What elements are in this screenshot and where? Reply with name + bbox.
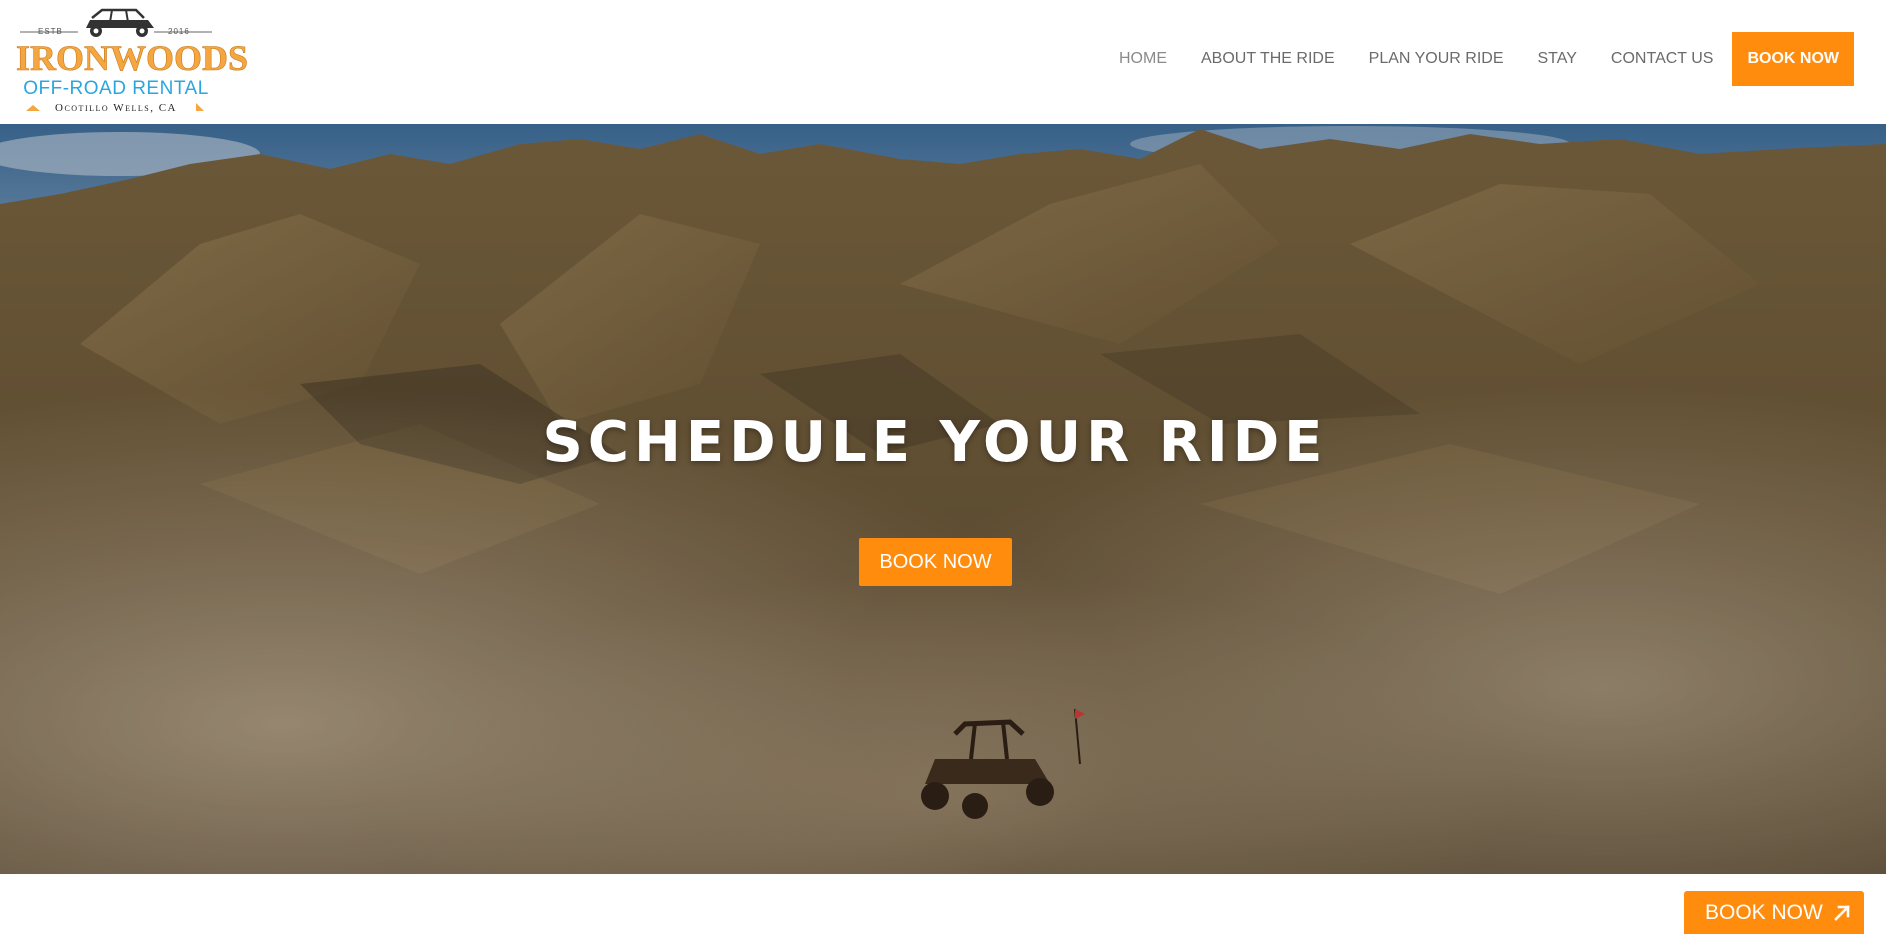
hero-background-image <box>0 124 1886 874</box>
nav-item-stay[interactable]: STAY <box>1538 50 1577 68</box>
nav-book-now-button[interactable]: BOOK NOW <box>1732 32 1854 86</box>
floating-book-now-button[interactable]: BOOK NOW <box>1684 891 1864 934</box>
brand-estb: ESTB <box>38 27 63 36</box>
nav-item-contact-us[interactable]: CONTACT US <box>1611 50 1714 68</box>
nav-item-home[interactable]: HOME <box>1119 50 1167 68</box>
brand-name: IRONWOODS <box>16 38 249 78</box>
hero-section: SCHEDULE YOUR RIDE BOOK NOW <box>0 124 1886 874</box>
nav-item-about-the-ride[interactable]: ABOUT THE RIDE <box>1201 50 1335 68</box>
hero-book-now-button[interactable]: BOOK NOW <box>859 538 1012 586</box>
nav-item-plan-your-ride[interactable]: PLAN YOUR RIDE <box>1369 50 1504 68</box>
arrow-up-right-icon <box>1834 904 1850 921</box>
main-nav: HOME ABOUT THE RIDE PLAN YOUR RIDE STAY … <box>1085 32 1854 86</box>
brand-logo[interactable]: ESTB 2016 IRONWOODS OFF-ROAD RENTAL Ocot… <box>16 8 249 114</box>
brand-year: 2016 <box>168 27 190 36</box>
brand-location: Ocotillo Wells, CA <box>55 102 177 114</box>
site-header: ESTB 2016 IRONWOODS OFF-ROAD RENTAL Ocot… <box>0 0 1886 124</box>
brand-subtitle: OFF-ROAD RENTAL <box>23 78 209 99</box>
floating-book-now-label: BOOK NOW <box>1705 900 1823 924</box>
sail-icon <box>196 103 204 111</box>
hero-title: SCHEDULE YOUR RIDE <box>542 410 1328 475</box>
